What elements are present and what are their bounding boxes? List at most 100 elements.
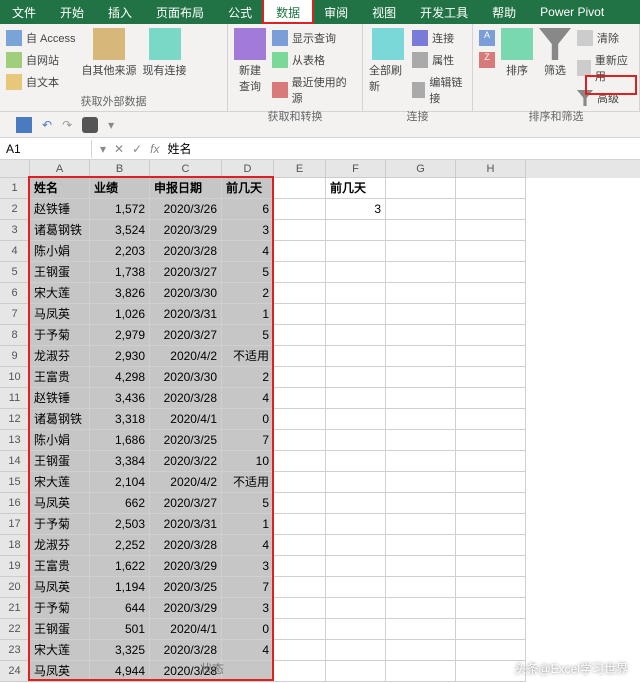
cell[interactable] <box>456 535 526 556</box>
reapply-button[interactable]: 重新应用 <box>577 50 633 86</box>
cell[interactable] <box>386 556 456 577</box>
properties-button[interactable]: 属性 <box>412 50 466 70</box>
tab-4[interactable]: 公式 <box>216 0 264 25</box>
tab-10[interactable]: Power Pivot <box>528 1 616 23</box>
cell[interactable] <box>274 388 326 409</box>
cell[interactable] <box>386 304 456 325</box>
cell[interactable] <box>386 451 456 472</box>
row-head[interactable]: 21 <box>0 598 30 619</box>
cell[interactable] <box>386 367 456 388</box>
redo-icon[interactable]: ↷ <box>62 118 72 132</box>
cell[interactable] <box>456 556 526 577</box>
cell[interactable] <box>274 640 326 661</box>
col-head[interactable]: E <box>274 160 326 178</box>
name-box[interactable]: A1 <box>0 140 92 158</box>
cell[interactable] <box>326 619 386 640</box>
cell[interactable] <box>386 619 456 640</box>
cell[interactable] <box>326 220 386 241</box>
cell[interactable] <box>386 661 456 682</box>
cell[interactable] <box>326 514 386 535</box>
cell[interactable] <box>326 409 386 430</box>
cell[interactable] <box>326 241 386 262</box>
cell[interactable] <box>274 262 326 283</box>
cell[interactable] <box>456 220 526 241</box>
advanced-button[interactable]: 高级 <box>577 88 633 108</box>
cell[interactable] <box>386 346 456 367</box>
cell[interactable] <box>456 199 526 220</box>
cell[interactable] <box>456 388 526 409</box>
camera-icon[interactable] <box>82 117 98 133</box>
row-head[interactable]: 9 <box>0 346 30 367</box>
tab-1[interactable]: 开始 <box>48 0 96 25</box>
row-head[interactable]: 12 <box>0 409 30 430</box>
from-access-button[interactable]: 自 Access <box>6 28 76 48</box>
tab-8[interactable]: 开发工具 <box>408 0 480 25</box>
cell[interactable] <box>456 346 526 367</box>
cell[interactable] <box>386 430 456 451</box>
row-head[interactable]: 10 <box>0 367 30 388</box>
cell[interactable] <box>456 325 526 346</box>
cell[interactable] <box>326 472 386 493</box>
cell[interactable] <box>386 262 456 283</box>
cell[interactable] <box>386 283 456 304</box>
row-head[interactable]: 7 <box>0 304 30 325</box>
cell[interactable] <box>386 577 456 598</box>
show-queries-button[interactable]: 显示查询 <box>272 28 356 48</box>
cell[interactable] <box>274 514 326 535</box>
tab-9[interactable]: 帮助 <box>480 0 528 25</box>
fx-icon[interactable]: fx <box>150 142 159 156</box>
cell[interactable] <box>274 451 326 472</box>
row-head[interactable]: 11 <box>0 388 30 409</box>
cell[interactable] <box>274 304 326 325</box>
cell[interactable]: 前几天 <box>326 178 386 199</box>
expand-icon[interactable]: ▾ <box>100 142 106 156</box>
cell[interactable] <box>274 178 326 199</box>
cell[interactable] <box>274 241 326 262</box>
cell[interactable] <box>386 178 456 199</box>
row-head[interactable]: 4 <box>0 241 30 262</box>
row-head[interactable]: 2 <box>0 199 30 220</box>
cell[interactable] <box>326 367 386 388</box>
select-all-corner[interactable] <box>0 160 30 178</box>
row-head[interactable]: 19 <box>0 556 30 577</box>
cell[interactable] <box>386 535 456 556</box>
row-head[interactable]: 20 <box>0 577 30 598</box>
cell[interactable] <box>386 640 456 661</box>
connections-button[interactable]: 连接 <box>412 28 466 48</box>
cell[interactable] <box>456 430 526 451</box>
row-head[interactable]: 17 <box>0 514 30 535</box>
row-head[interactable]: 24 <box>0 661 30 682</box>
cell[interactable] <box>456 619 526 640</box>
cell[interactable] <box>326 262 386 283</box>
row-head[interactable]: 5 <box>0 262 30 283</box>
cell[interactable] <box>386 409 456 430</box>
cell[interactable] <box>326 430 386 451</box>
row-head[interactable]: 15 <box>0 472 30 493</box>
cell[interactable] <box>274 598 326 619</box>
cell[interactable] <box>274 430 326 451</box>
row-head[interactable]: 6 <box>0 283 30 304</box>
cell[interactable] <box>326 577 386 598</box>
save-icon[interactable] <box>16 117 32 133</box>
cell[interactable] <box>274 535 326 556</box>
cell[interactable] <box>274 325 326 346</box>
cell[interactable] <box>326 283 386 304</box>
cell[interactable] <box>456 577 526 598</box>
cell[interactable] <box>386 598 456 619</box>
confirm-icon[interactable]: ✓ <box>132 142 142 156</box>
cell[interactable] <box>326 388 386 409</box>
cell[interactable] <box>326 535 386 556</box>
cell[interactable]: 3 <box>326 199 386 220</box>
cell[interactable] <box>456 640 526 661</box>
col-head[interactable]: G <box>386 160 456 178</box>
cell[interactable] <box>274 493 326 514</box>
tab-2[interactable]: 插入 <box>96 0 144 25</box>
cell[interactable] <box>326 304 386 325</box>
cell[interactable] <box>326 451 386 472</box>
row-head[interactable]: 3 <box>0 220 30 241</box>
cell[interactable] <box>456 514 526 535</box>
cell[interactable] <box>274 283 326 304</box>
edit-links-button[interactable]: 编辑链接 <box>412 72 466 108</box>
cell[interactable] <box>326 598 386 619</box>
from-web-button[interactable]: 自网站 <box>6 50 76 70</box>
